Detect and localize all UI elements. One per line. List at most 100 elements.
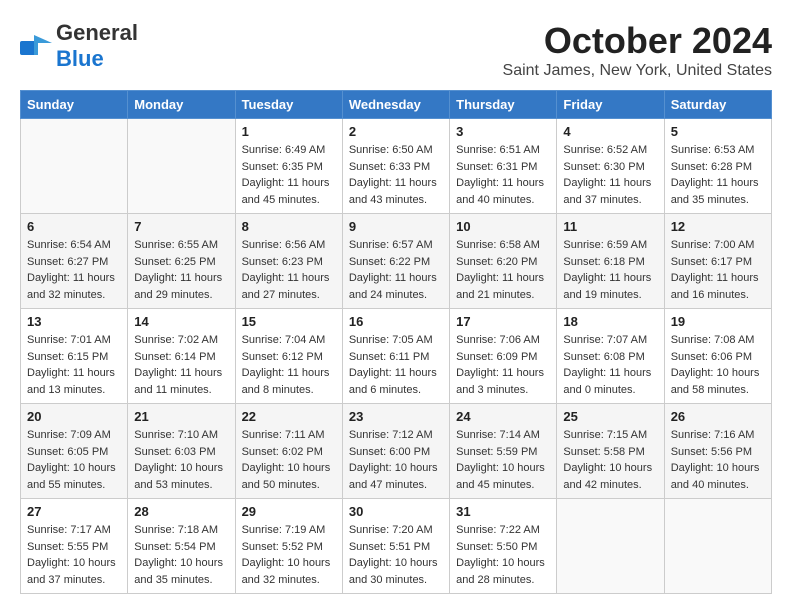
day-info: Sunrise: 7:22 AM Sunset: 5:50 PM Dayligh…	[456, 522, 550, 588]
col-header-saturday: Saturday	[664, 91, 771, 119]
calendar-cell: 18 Sunrise: 7:07 AM Sunset: 6:08 PM Dayli…	[557, 309, 664, 404]
day-info: Sunrise: 7:12 AM Sunset: 6:00 PM Dayligh…	[349, 427, 443, 493]
day-info: Sunrise: 7:17 AM Sunset: 5:55 PM Dayligh…	[27, 522, 121, 588]
calendar-cell: 6 Sunrise: 6:54 AM Sunset: 6:27 PM Daylig…	[21, 214, 128, 309]
calendar-cell: 22 Sunrise: 7:11 AM Sunset: 6:02 PM Dayli…	[235, 404, 342, 499]
calendar-cell: 5 Sunrise: 6:53 AM Sunset: 6:28 PM Daylig…	[664, 119, 771, 214]
day-number: 29	[242, 504, 336, 519]
calendar-cell: 7 Sunrise: 6:55 AM Sunset: 6:25 PM Daylig…	[128, 214, 235, 309]
day-info: Sunrise: 7:04 AM Sunset: 6:12 PM Dayligh…	[242, 332, 336, 398]
day-number: 25	[563, 409, 657, 424]
day-info: Sunrise: 7:20 AM Sunset: 5:51 PM Dayligh…	[349, 522, 443, 588]
calendar-table: SundayMondayTuesdayWednesdayThursdayFrid…	[20, 90, 772, 594]
calendar-cell: 12 Sunrise: 7:00 AM Sunset: 6:17 PM Dayli…	[664, 214, 771, 309]
day-info: Sunrise: 7:18 AM Sunset: 5:54 PM Dayligh…	[134, 522, 228, 588]
title-block: October 2024 Saint James, New York, Unit…	[503, 20, 772, 80]
calendar-cell: 21Sunrise: 7:10 AM Sunset: 6:03 PM Dayli…	[128, 404, 235, 499]
day-info: Sunrise: 7:08 AM Sunset: 6:06 PM Dayligh…	[671, 332, 765, 398]
calendar-cell: 14Sunrise: 7:02 AM Sunset: 6:14 PM Dayli…	[128, 309, 235, 404]
day-info: Sunrise: 7:19 AM Sunset: 5:52 PM Dayligh…	[242, 522, 336, 588]
day-info: Sunrise: 6:50 AM Sunset: 6:33 PM Dayligh…	[349, 142, 443, 208]
day-number: 30	[349, 504, 443, 519]
week-row: 27 Sunrise: 7:17 AM Sunset: 5:55 PM Dayli…	[21, 499, 772, 594]
day-number: 3	[456, 124, 550, 139]
calendar-cell: 27 Sunrise: 7:17 AM Sunset: 5:55 PM Dayli…	[21, 499, 128, 594]
col-header-sunday: Sunday	[21, 91, 128, 119]
day-info: Sunrise: 7:11 AM Sunset: 6:02 PM Dayligh…	[242, 427, 336, 493]
calendar-cell: 1Sunrise: 6:49 AM Sunset: 6:35 PM Daylig…	[235, 119, 342, 214]
day-info: Sunrise: 7:06 AM Sunset: 6:09 PM Dayligh…	[456, 332, 550, 398]
day-info: Sunrise: 6:56 AM Sunset: 6:23 PM Dayligh…	[242, 237, 336, 303]
calendar-cell: 16 Sunrise: 7:05 AM Sunset: 6:11 PM Dayli…	[342, 309, 449, 404]
col-header-wednesday: Wednesday	[342, 91, 449, 119]
day-number: 20	[27, 409, 121, 424]
page-header: GeneralBlue October 2024 Saint James, Ne…	[20, 20, 772, 80]
calendar-cell: 25 Sunrise: 7:15 AM Sunset: 5:58 PM Dayli…	[557, 404, 664, 499]
header-row: SundayMondayTuesdayWednesdayThursdayFrid…	[21, 91, 772, 119]
day-number: 27	[27, 504, 121, 519]
col-header-monday: Monday	[128, 91, 235, 119]
week-row: 1Sunrise: 6:49 AM Sunset: 6:35 PM Daylig…	[21, 119, 772, 214]
day-number: 31	[456, 504, 550, 519]
day-number: 14	[134, 314, 228, 329]
calendar-cell: 13 Sunrise: 7:01 AM Sunset: 6:15 PM Dayli…	[21, 309, 128, 404]
day-info: Sunrise: 6:54 AM Sunset: 6:27 PM Dayligh…	[27, 237, 121, 303]
day-number: 22	[242, 409, 336, 424]
logo: GeneralBlue	[20, 20, 138, 72]
day-number: 5	[671, 124, 765, 139]
week-row: 20 Sunrise: 7:09 AM Sunset: 6:05 PM Dayli…	[21, 404, 772, 499]
day-info: Sunrise: 6:53 AM Sunset: 6:28 PM Dayligh…	[671, 142, 765, 208]
day-info: Sunrise: 6:55 AM Sunset: 6:25 PM Dayligh…	[134, 237, 228, 303]
day-number: 13	[27, 314, 121, 329]
day-number: 15	[242, 314, 336, 329]
day-info: Sunrise: 7:09 AM Sunset: 6:05 PM Dayligh…	[27, 427, 121, 493]
calendar-cell: 17 Sunrise: 7:06 AM Sunset: 6:09 PM Dayli…	[450, 309, 557, 404]
calendar-cell: 9Sunrise: 6:57 AM Sunset: 6:22 PM Daylig…	[342, 214, 449, 309]
day-number: 17	[456, 314, 550, 329]
calendar-cell: 2 Sunrise: 6:50 AM Sunset: 6:33 PM Daylig…	[342, 119, 449, 214]
day-info: Sunrise: 6:49 AM Sunset: 6:35 PM Dayligh…	[242, 142, 336, 208]
calendar-cell: 31 Sunrise: 7:22 AM Sunset: 5:50 PM Dayli…	[450, 499, 557, 594]
day-number: 2	[349, 124, 443, 139]
day-number: 4	[563, 124, 657, 139]
day-info: Sunrise: 6:59 AM Sunset: 6:18 PM Dayligh…	[563, 237, 657, 303]
calendar-cell: 4 Sunrise: 6:52 AM Sunset: 6:30 PM Daylig…	[557, 119, 664, 214]
day-number: 19	[671, 314, 765, 329]
calendar-cell: 11Sunrise: 6:59 AM Sunset: 6:18 PM Dayli…	[557, 214, 664, 309]
calendar-cell: 20 Sunrise: 7:09 AM Sunset: 6:05 PM Dayli…	[21, 404, 128, 499]
day-info: Sunrise: 7:01 AM Sunset: 6:15 PM Dayligh…	[27, 332, 121, 398]
calendar-cell: 15 Sunrise: 7:04 AM Sunset: 6:12 PM Dayli…	[235, 309, 342, 404]
col-header-friday: Friday	[557, 91, 664, 119]
day-number: 6	[27, 219, 121, 234]
day-number: 21	[134, 409, 228, 424]
col-header-tuesday: Tuesday	[235, 91, 342, 119]
logo-text: GeneralBlue	[56, 20, 138, 72]
calendar-cell: 19 Sunrise: 7:08 AM Sunset: 6:06 PM Dayli…	[664, 309, 771, 404]
day-number: 12	[671, 219, 765, 234]
calendar-cell: 28Sunrise: 7:18 AM Sunset: 5:54 PM Dayli…	[128, 499, 235, 594]
calendar-cell: 24 Sunrise: 7:14 AM Sunset: 5:59 PM Dayli…	[450, 404, 557, 499]
day-number: 18	[563, 314, 657, 329]
col-header-thursday: Thursday	[450, 91, 557, 119]
day-number: 24	[456, 409, 550, 424]
day-info: Sunrise: 7:00 AM Sunset: 6:17 PM Dayligh…	[671, 237, 765, 303]
page-subtitle: Saint James, New York, United States	[503, 62, 772, 80]
day-info: Sunrise: 7:05 AM Sunset: 6:11 PM Dayligh…	[349, 332, 443, 398]
day-info: Sunrise: 7:14 AM Sunset: 5:59 PM Dayligh…	[456, 427, 550, 493]
calendar-cell	[21, 119, 128, 214]
day-info: Sunrise: 6:58 AM Sunset: 6:20 PM Dayligh…	[456, 237, 550, 303]
calendar-cell: 23 Sunrise: 7:12 AM Sunset: 6:00 PM Dayli…	[342, 404, 449, 499]
logo-icon	[20, 35, 52, 57]
day-info: Sunrise: 7:15 AM Sunset: 5:58 PM Dayligh…	[563, 427, 657, 493]
page-title: October 2024	[503, 20, 772, 62]
day-number: 10	[456, 219, 550, 234]
day-number: 23	[349, 409, 443, 424]
day-number: 16	[349, 314, 443, 329]
calendar-cell: 3Sunrise: 6:51 AM Sunset: 6:31 PM Daylig…	[450, 119, 557, 214]
day-number: 7	[134, 219, 228, 234]
calendar-cell: 29 Sunrise: 7:19 AM Sunset: 5:52 PM Dayli…	[235, 499, 342, 594]
day-number: 9	[349, 219, 443, 234]
day-info: Sunrise: 6:52 AM Sunset: 6:30 PM Dayligh…	[563, 142, 657, 208]
calendar-cell	[664, 499, 771, 594]
day-info: Sunrise: 7:07 AM Sunset: 6:08 PM Dayligh…	[563, 332, 657, 398]
